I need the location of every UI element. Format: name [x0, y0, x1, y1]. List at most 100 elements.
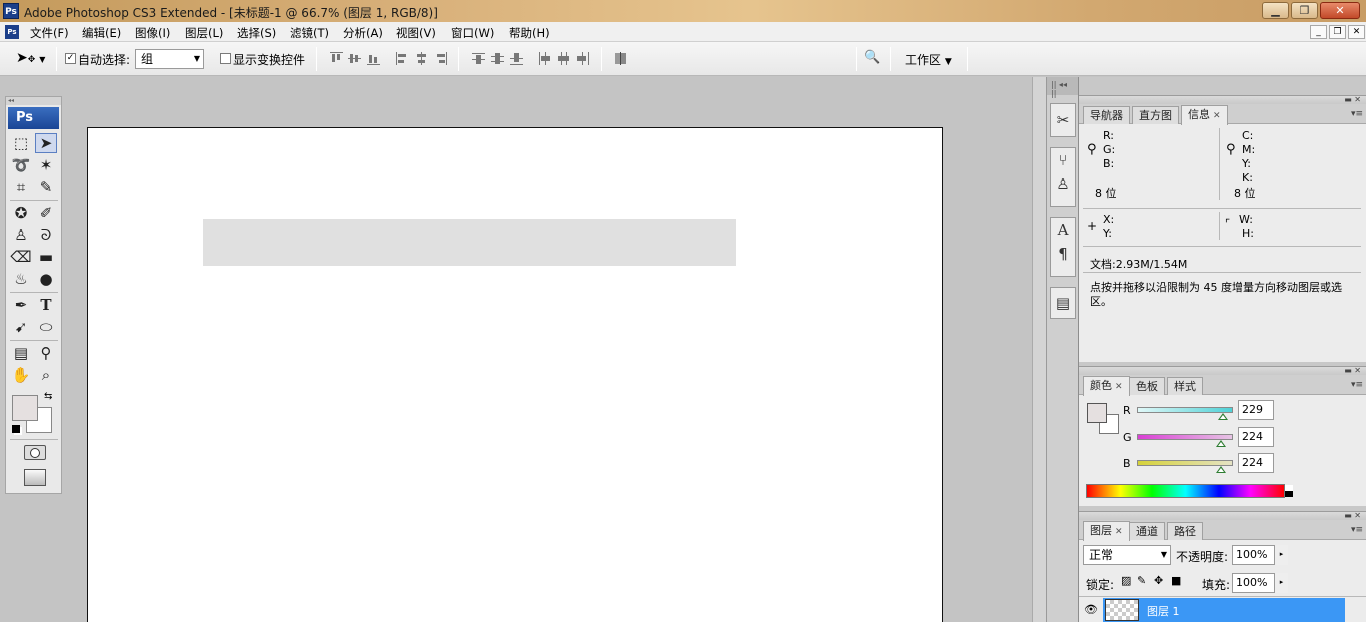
hand-tool-icon[interactable]: ✋ — [10, 365, 32, 385]
brushes-icon[interactable]: ⑂ — [1051, 148, 1075, 172]
doc-restore-button[interactable]: ❐ — [1329, 25, 1346, 39]
lock-transparent-icon[interactable]: ▨ — [1121, 574, 1131, 587]
color-panel-menu-icon[interactable]: ▾≡ — [1351, 380, 1363, 390]
auto-select-dropdown[interactable]: 组 ▼ — [135, 49, 204, 69]
ellipse-tool-icon[interactable]: ⬭ — [35, 317, 57, 337]
color-spectrum-ramp[interactable] — [1086, 484, 1293, 498]
tab-histogram[interactable]: 直方图 — [1132, 106, 1179, 124]
healing-brush-tool-icon[interactable]: ✪ — [10, 203, 32, 223]
swap-colors-icon[interactable]: ⇆ — [44, 391, 52, 402]
blue-value-field[interactable]: 224 — [1238, 453, 1274, 473]
opacity-field[interactable]: 100% ▸ — [1232, 545, 1288, 565]
vertical-scrollbar[interactable] — [1032, 77, 1046, 622]
panel-menu-icon[interactable]: ▾≡ — [1351, 109, 1363, 119]
fill-field[interactable]: 100% ▸ — [1232, 573, 1288, 593]
menu-filter[interactable]: 滤镜(T) — [290, 25, 329, 41]
clone-stamp-tool-icon[interactable]: ♙ — [10, 225, 32, 245]
menu-select[interactable]: 选择(S) — [237, 25, 276, 41]
show-transform-checkbox[interactable] — [220, 53, 231, 64]
menu-window[interactable]: 窗口(W) — [451, 25, 494, 41]
gray-rectangle-layer[interactable] — [203, 219, 736, 266]
menu-layer[interactable]: 图层(L) — [185, 25, 223, 41]
tab-styles[interactable]: 样式 — [1167, 377, 1203, 395]
slice-tool-icon[interactable]: ✎ — [35, 177, 57, 197]
eyedropper-tool-icon[interactable]: ⚲ — [35, 343, 57, 363]
menu-help[interactable]: 帮助(H) — [509, 25, 550, 41]
distribute-left-icon[interactable] — [538, 52, 551, 66]
screen-mode-icon[interactable] — [24, 469, 46, 486]
path-selection-tool-icon[interactable]: ➹ — [10, 317, 32, 337]
blur-tool-icon[interactable]: ♨ — [10, 269, 32, 289]
toolbox-grip[interactable]: ◂◂ — [6, 97, 61, 105]
layers-panel-minimize-icon[interactable]: ▬ ✕ — [1344, 511, 1361, 520]
green-value-field[interactable]: 224 — [1238, 427, 1274, 447]
tab-layers[interactable]: 图层 ✕ — [1083, 521, 1130, 541]
dodge-tool-icon[interactable]: ● — [35, 269, 57, 289]
blue-slider-thumb[interactable] — [1216, 466, 1227, 473]
menu-edit[interactable]: 编辑(E) — [82, 25, 121, 41]
minimize-button[interactable]: ▁ — [1262, 2, 1289, 19]
align-right-icon[interactable] — [434, 52, 447, 66]
brush-tool-icon[interactable]: ✐ — [35, 203, 57, 223]
bridge-icon[interactable]: 🔍 — [864, 50, 886, 68]
tab-swatches[interactable]: 色板 — [1129, 377, 1165, 395]
menu-image[interactable]: 图像(I) — [135, 25, 170, 41]
distribute-top-icon[interactable] — [472, 52, 485, 66]
move-tool-preset-icon[interactable]: ➤✥ ▼ — [16, 50, 45, 66]
lock-position-icon[interactable]: ✥ — [1154, 574, 1163, 587]
marquee-tool-icon[interactable]: ⬚ — [10, 133, 32, 153]
align-hcenter-icon[interactable] — [415, 52, 428, 66]
distribute-hcenter-icon[interactable] — [557, 52, 570, 66]
menu-analysis[interactable]: 分析(A) — [343, 25, 383, 41]
zoom-tool-icon[interactable]: ⌕ — [35, 365, 57, 385]
lock-all-icon[interactable]: ■ — [1171, 574, 1181, 587]
document-canvas[interactable] — [87, 127, 943, 622]
layer-thumbnail[interactable] — [1105, 599, 1139, 621]
character-icon[interactable]: A — [1051, 218, 1075, 242]
align-left-icon[interactable] — [396, 52, 409, 66]
tool-presets-icon[interactable]: ✂ — [1051, 108, 1075, 132]
tab-navigator[interactable]: 导航器 — [1083, 106, 1130, 124]
layer-comps-icon[interactable]: ▤ — [1051, 291, 1075, 315]
layer-name[interactable]: 图层 1 — [1147, 603, 1180, 619]
green-slider-thumb[interactable] — [1216, 440, 1227, 447]
layer-visibility-eye-icon[interactable]: 👁 — [1084, 603, 1098, 616]
blend-mode-dropdown[interactable]: 正常 ▼ — [1083, 545, 1171, 565]
gradient-tool-icon[interactable]: ▬ — [35, 247, 57, 267]
tab-color[interactable]: 颜色 ✕ — [1083, 376, 1130, 396]
quick-mask-icon[interactable] — [24, 445, 46, 460]
doc-minimize-button[interactable]: _ — [1310, 25, 1327, 39]
tab-paths[interactable]: 路径 — [1167, 522, 1203, 540]
history-brush-tool-icon[interactable]: ᘐ — [35, 225, 57, 245]
align-bottom-icon[interactable] — [367, 52, 380, 66]
crop-tool-icon[interactable]: ⌗ — [10, 177, 32, 197]
close-button[interactable]: ✕ — [1320, 2, 1360, 19]
lock-image-icon[interactable]: ✎ — [1137, 574, 1146, 587]
eraser-tool-icon[interactable]: ⌫ — [10, 247, 32, 267]
align-top-icon[interactable] — [330, 52, 343, 66]
clone-source-icon[interactable]: ♙ — [1051, 172, 1075, 196]
dock-collapse-arrows[interactable]: || ◂◂ || — [1047, 77, 1078, 98]
paragraph-icon[interactable]: ¶ — [1051, 242, 1075, 266]
align-vcenter-icon[interactable] — [348, 52, 361, 66]
tab-channels[interactable]: 通道 — [1129, 522, 1165, 540]
layer-row-1[interactable]: 图层 1 — [1103, 598, 1345, 622]
default-colors-icon[interactable] — [12, 425, 20, 433]
restore-button[interactable]: ❐ — [1291, 2, 1318, 19]
auto-align-layers-icon[interactable] — [614, 52, 627, 66]
pen-tool-icon[interactable]: ✒ — [10, 295, 32, 315]
lasso-tool-icon[interactable]: ➰ — [10, 155, 32, 175]
doc-ps-icon[interactable]: Ps — [5, 25, 19, 39]
red-value-field[interactable]: 229 — [1238, 400, 1274, 420]
type-tool-icon[interactable]: T — [35, 295, 57, 315]
menu-view[interactable]: 视图(V) — [396, 25, 436, 41]
auto-select-checkbox[interactable]: ✓ — [65, 53, 76, 64]
foreground-color-swatch[interactable] — [12, 395, 38, 421]
notes-tool-icon[interactable]: ▤ — [10, 343, 32, 363]
move-tool-icon[interactable]: ➤ — [35, 133, 57, 153]
magic-wand-tool-icon[interactable]: ✶ — [35, 155, 57, 175]
distribute-right-icon[interactable] — [576, 52, 589, 66]
distribute-vcenter-icon[interactable] — [491, 52, 504, 66]
layers-panel-menu-icon[interactable]: ▾≡ — [1351, 525, 1363, 535]
color-fg-swatch[interactable] — [1087, 403, 1107, 423]
